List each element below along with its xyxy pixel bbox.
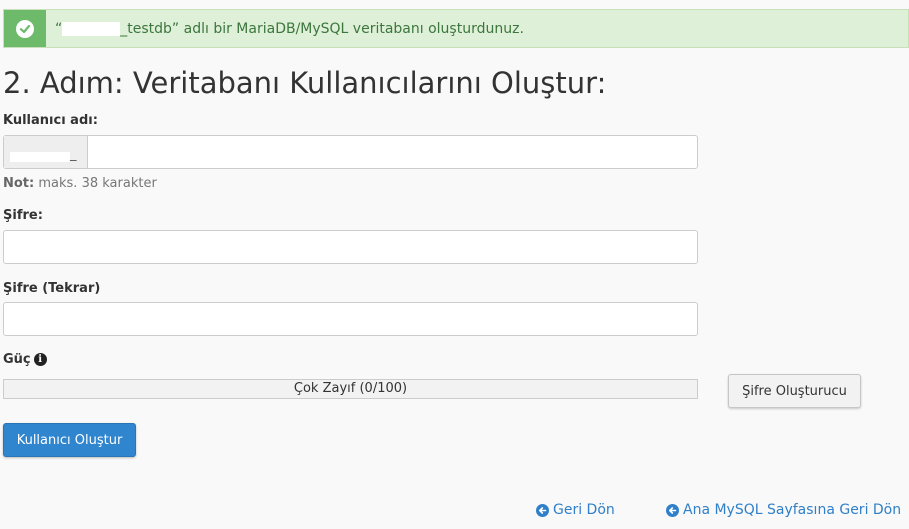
username-label: Kullanıcı adı:: [3, 113, 98, 128]
redacted-database-prefix: [62, 21, 121, 36]
success-alert: “ _testdb” adlı bir MariaDB/MySQL verita…: [3, 9, 909, 48]
strength-label: Güç i: [3, 352, 47, 367]
check-circle-icon: [16, 19, 34, 38]
strength-meter-text: Çok Zayıf (0/100): [293, 381, 408, 396]
strength-label-text: Güç: [3, 352, 31, 367]
alert-icon-container: [4, 10, 46, 47]
create-user-button[interactable]: Kullanıcı Oluştur: [3, 423, 136, 457]
password-repeat-field[interactable]: [3, 302, 698, 336]
arrow-left-circle-icon: [666, 503, 679, 517]
username-field[interactable]: _: [3, 135, 698, 169]
password-repeat-label: Şifre (Tekrar): [3, 281, 101, 296]
alert-text-suffix: _testdb” adlı bir MariaDB/MySQL veritaba…: [120, 20, 524, 37]
alert-text-prefix: “: [55, 20, 63, 37]
back-link[interactable]: Geri Dön: [536, 502, 615, 518]
password-generator-button[interactable]: Şifre Oluşturucu: [728, 374, 861, 408]
note-label: Not:: [3, 176, 35, 191]
note-text: maks. 38 karakter: [34, 176, 157, 191]
redacted-username-prefix: [10, 152, 70, 162]
username-prefix-underscore: _: [70, 147, 77, 162]
username-note: Not: maks. 38 karakter: [3, 176, 157, 191]
password-field[interactable]: [3, 230, 698, 264]
back-to-mysql-link[interactable]: Ana MySQL Sayfasına Geri Dön: [666, 502, 901, 518]
back-link-label: Geri Dön: [553, 502, 615, 518]
back-to-mysql-link-label: Ana MySQL Sayfasına Geri Dön: [683, 502, 902, 518]
password-label: Şifre:: [3, 208, 43, 223]
info-icon[interactable]: i: [33, 353, 47, 366]
arrow-left-circle-icon: [536, 503, 549, 517]
strength-meter: Çok Zayıf (0/100): [3, 379, 698, 399]
alert-message: “ _testdb” adlı bir MariaDB/MySQL verita…: [55, 21, 524, 37]
page-title: 2. Adım: Veritabanı Kullanıcılarını Oluş…: [3, 66, 607, 100]
username-prefix: _: [4, 136, 88, 168]
